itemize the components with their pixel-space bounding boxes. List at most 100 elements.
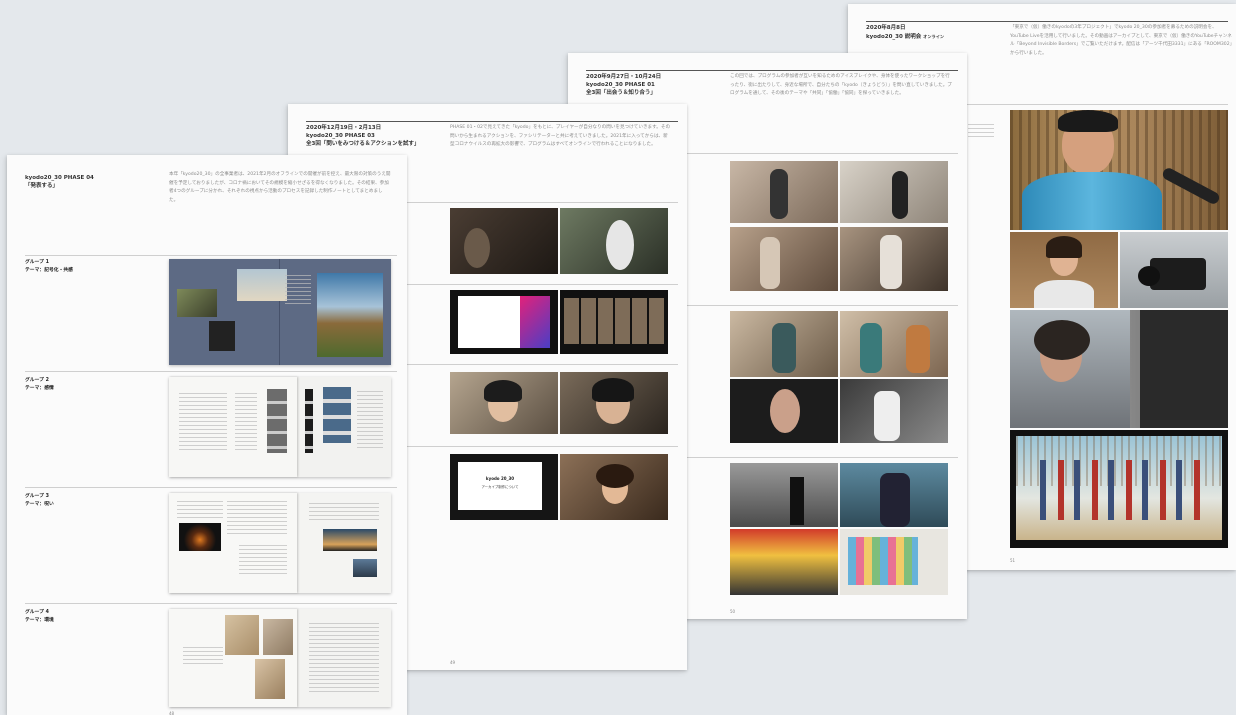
page-subtitle: 全3回「出会う＆知り合う」 (586, 90, 656, 96)
page-body-text: 「東京で（仮）働きのkyodoの3年プロジェクト」でkyodo 20_30の参加… (1010, 25, 1232, 56)
group-4-label: グループ 4 (25, 610, 49, 615)
slide: kyodo 20_30 アーカイブ制作について (458, 462, 542, 510)
section-rule (25, 487, 397, 488)
photo-workshop-4 (840, 227, 948, 291)
slide-accent (520, 296, 550, 348)
sticker-board (848, 537, 918, 585)
group-3-label: グループ 3 (25, 494, 49, 499)
photo-speaker (1010, 110, 1228, 230)
group-2-notebook-spread (169, 377, 391, 477)
photo-host (1010, 232, 1118, 308)
photo-group-stage (1010, 430, 1228, 548)
photo-online-session-2 (560, 208, 668, 274)
photo-sunset (323, 529, 377, 551)
photo-camera (1120, 232, 1228, 308)
hair (484, 380, 522, 402)
photo-workshop-2 (840, 161, 948, 223)
figure (880, 235, 902, 289)
figure (892, 171, 908, 219)
tiny-text (239, 545, 287, 575)
page-title-text: kyodo20_30 説明会 (866, 34, 922, 40)
header-rule (306, 121, 678, 122)
page-date: 2020年8月8日 (866, 25, 906, 31)
speaker-shirt (1022, 172, 1162, 230)
photo-meeting-3 (730, 379, 838, 443)
stage-people (1040, 460, 1200, 520)
hair (592, 378, 634, 402)
hair (596, 464, 634, 488)
figure (770, 389, 800, 433)
photo-street-1 (730, 463, 838, 527)
photo-mountain (317, 273, 383, 357)
photo-fire (179, 523, 221, 551)
group-2-label: グループ 2 (25, 378, 49, 383)
photo-meeting-1 (730, 311, 838, 377)
tiny-text (309, 623, 379, 693)
photo-monitor (1010, 310, 1228, 428)
photo-street-4 (840, 529, 948, 595)
figure (880, 473, 910, 527)
page-title: kyodo20_30 PHASE 03 (306, 133, 375, 139)
group-1-label: グループ 1 (25, 260, 49, 265)
monitor-hair (1034, 320, 1090, 360)
photo-room (177, 289, 217, 317)
photo-workshop-1 (730, 161, 838, 223)
header-rule (866, 21, 1228, 22)
page-number: 49 (450, 660, 456, 665)
page-subtitle: 「発表する」 (25, 183, 59, 189)
slide-title: kyodo 20_30 (485, 476, 515, 481)
page-title: kyodo20_30 説明会 オンライン (866, 33, 944, 42)
tiny-text (227, 501, 287, 537)
tiny-text (357, 391, 383, 451)
group-4-notebook-spread (169, 609, 391, 707)
photo-street-2 (840, 463, 948, 527)
header-rule (586, 70, 958, 71)
figure (464, 228, 490, 268)
page-number: 50 (730, 609, 736, 614)
tiny-text (285, 275, 311, 305)
host-body (1034, 280, 1094, 308)
page-title: kyodo20_30 PHASE 01 (586, 82, 655, 88)
photo-online-session-1 (450, 208, 558, 274)
photo-video-call-grid (560, 290, 668, 354)
page-date: 2020年9月27日・10月24日 (586, 74, 662, 80)
photo-doorway (209, 321, 235, 351)
photo-paper (255, 659, 285, 699)
photo-paper (263, 619, 293, 655)
photo-street-3 (730, 529, 838, 595)
group-1-notebook-spread (169, 259, 391, 365)
host-hair (1046, 236, 1082, 258)
photo-workshop-3 (730, 227, 838, 291)
figure (860, 323, 882, 373)
page-body-text: 本年「kyodo20_30」の全事業者は、2021年2月のオフラインでの開催が前… (169, 172, 391, 203)
photo-presentation-slide (450, 290, 558, 354)
page-number: 51 (1010, 558, 1016, 563)
figure (790, 477, 804, 525)
figure (874, 391, 900, 441)
figure (772, 323, 796, 373)
page-date: 2020年12月19日・2月13日 (306, 125, 382, 131)
tiny-text (177, 501, 223, 519)
section-rule (25, 255, 397, 256)
section-rule (25, 371, 397, 372)
page-body-text: PHASE 01・02で見えてきた「kyodo」をもとに、プレイヤーが自分なりの… (450, 125, 671, 148)
figure (906, 325, 930, 373)
photo-strip (267, 389, 287, 453)
side-caption (968, 124, 994, 140)
document-page-phase-04: kyodo20_30 PHASE 04 「発表する」 本年「kyodo20_30… (7, 155, 407, 715)
photo-paper (225, 615, 259, 655)
photo-video-call-person-2 (560, 372, 668, 434)
tiny-text (179, 393, 227, 453)
group-1-theme: テーマ：記号化・共感 (25, 268, 73, 273)
photo-meeting-4 (840, 379, 948, 443)
figure (770, 169, 788, 219)
speaker-hair (1058, 110, 1118, 132)
photo-title-slide: kyodo 20_30 アーカイブ制作について (450, 454, 558, 520)
photo-meeting-2 (840, 311, 948, 377)
slide-subtitle: アーカイブ制作について (481, 485, 519, 489)
photo-sky (353, 559, 377, 577)
page-number: 48 (169, 711, 175, 715)
photo-video-call-person-1 (450, 372, 558, 434)
page-title-tag: オンライン (923, 34, 945, 39)
tiny-text (183, 647, 223, 667)
